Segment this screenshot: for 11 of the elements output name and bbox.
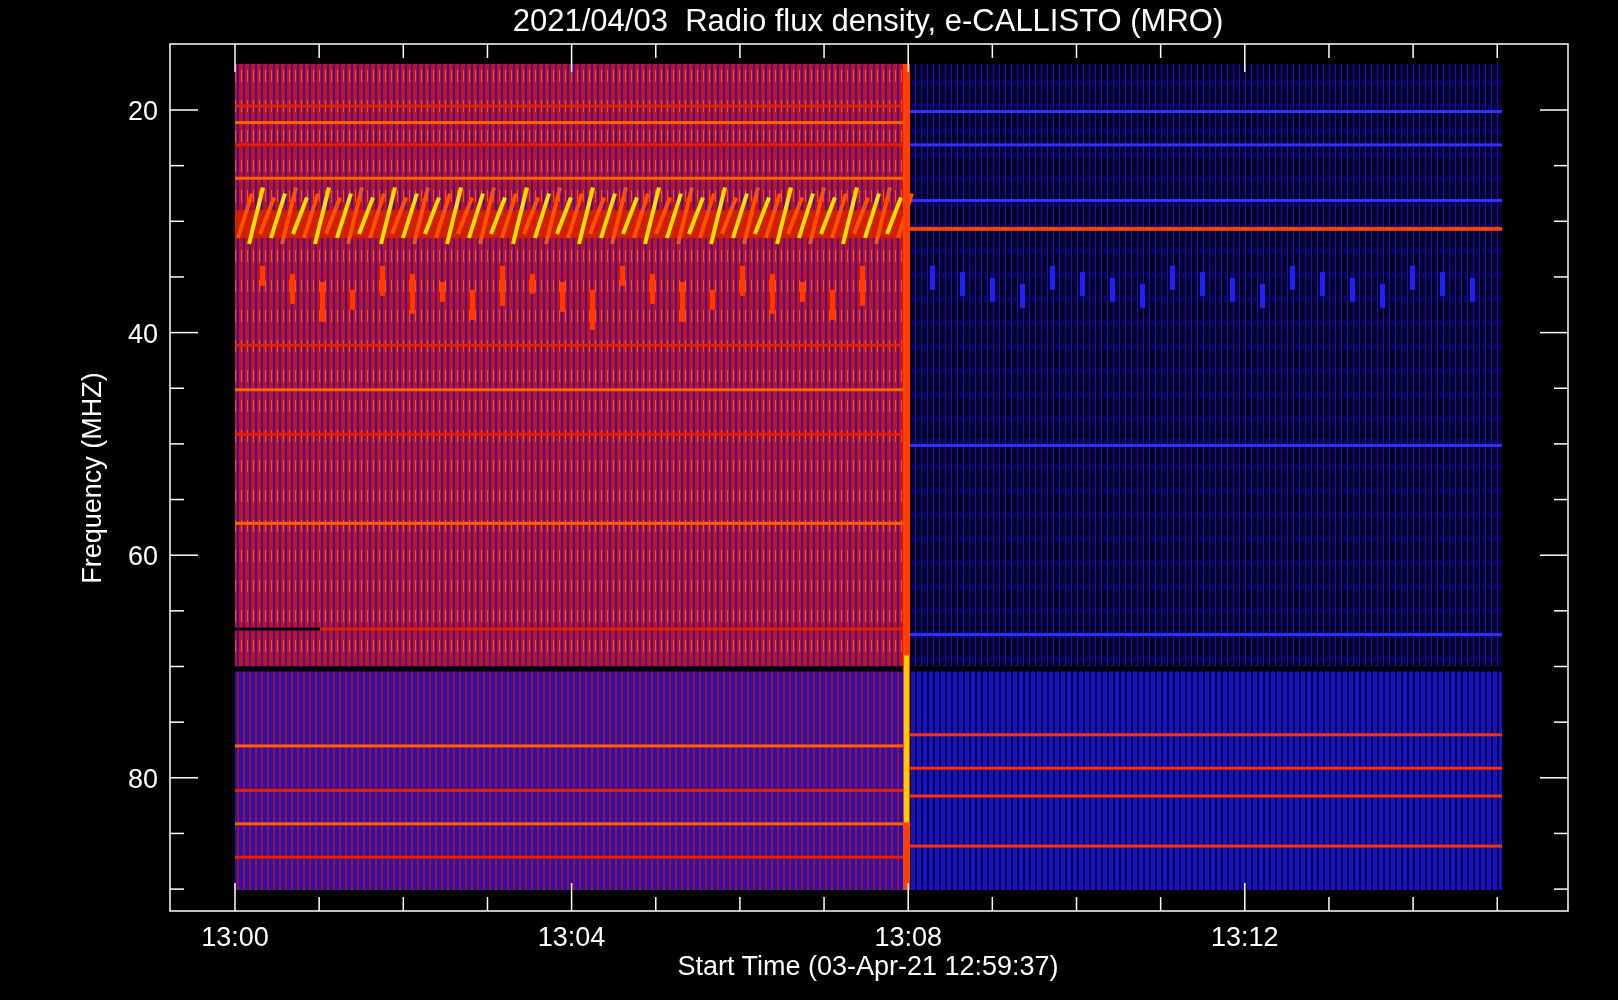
chart-title: 2021/04/03 Radio flux density, e-CALLISTO (MRO) [512,3,1224,38]
y-tick-label: 40 [127,318,158,349]
x-tick-label: 13:12 [1211,922,1279,952]
x-tick-label: 13:00 [201,922,269,952]
x-tick-label: 13:04 [537,922,606,952]
x-axis-label: Start Time (03-Apr-21 12:59:37) [677,951,1059,981]
x-tick-label: 13:08 [874,922,942,952]
y-axis-label: Frequency (MHZ) [77,372,107,584]
y-tick-label: 20 [127,96,158,126]
y-tick-label: 80 [127,763,158,794]
y-tick-label: 60 [127,541,158,572]
